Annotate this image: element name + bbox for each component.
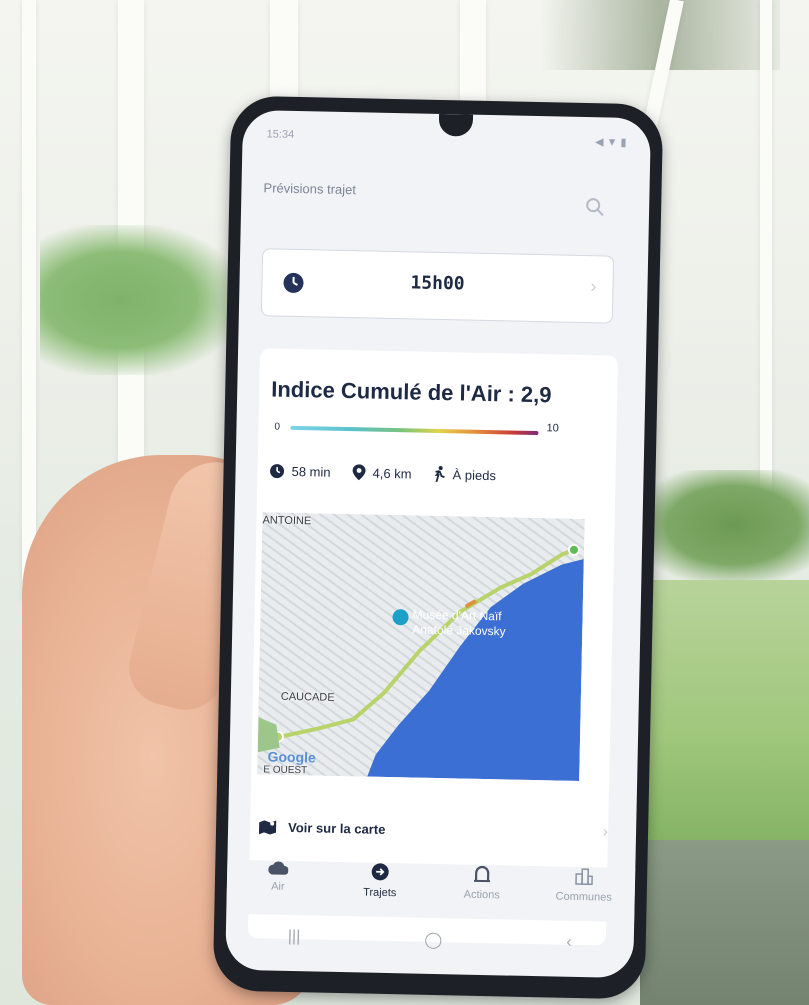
recent-apps-icon[interactable]: |||	[288, 928, 301, 946]
background-lawn	[640, 580, 809, 840]
map-poi-label: Musée d'Art Naïf Anatole Jakovsky	[412, 607, 506, 639]
mode-value: À pieds	[452, 466, 497, 483]
nav-label-actions: Actions	[463, 888, 500, 902]
status-time: 15:34	[266, 128, 295, 141]
buildings-icon	[575, 868, 593, 886]
phone: 15:34 ◀ ▼ ▮ Prévisions trajet 15h00 › In…	[212, 95, 664, 1000]
background-hedge	[640, 470, 809, 580]
nav-item-air[interactable]: Air	[232, 860, 323, 916]
page-title: Prévisions trajet	[263, 180, 357, 198]
map-label-caucade: CAUCADE	[280, 690, 335, 704]
window-frame-bar	[460, 0, 486, 105]
nav-item-trajets[interactable]: Trajets	[334, 862, 425, 918]
window-frame-left	[22, 0, 36, 600]
window-frame-bar	[760, 0, 772, 520]
arrow-circle-icon	[371, 863, 389, 881]
duration-stat: 58 min	[269, 463, 331, 480]
route-map[interactable]: ANTOINE Musée d'Art Naïf Anatole Jakovsk…	[257, 512, 585, 782]
see-on-map-label: Voir sur la carte	[287, 819, 386, 837]
scale-min-label: 0	[274, 421, 281, 433]
phone-screen: 15:34 ◀ ▼ ▮ Prévisions trajet 15h00 › In…	[225, 109, 652, 979]
walking-icon	[434, 466, 445, 483]
departure-time: 15h00	[410, 272, 465, 295]
status-icons: ◀ ▼ ▮	[594, 136, 627, 149]
map-poi-line2: Anatole Jakovsky	[412, 622, 506, 639]
cloud-icon	[268, 861, 289, 875]
mode-stat: À pieds	[433, 466, 496, 483]
chevron-right-icon: ›	[590, 276, 597, 297]
nav-item-actions[interactable]: Actions	[436, 864, 527, 920]
nav-item-communes[interactable]: Communes	[538, 866, 629, 922]
chevron-right-icon: ›	[602, 823, 609, 841]
system-nav-bar: ||| ◯ ‹	[225, 918, 634, 963]
map-label-antoine: ANTOINE	[262, 514, 312, 528]
background-ground	[640, 840, 809, 1005]
clock-icon	[270, 463, 285, 478]
arch-icon	[474, 865, 491, 883]
background-hedge	[40, 225, 240, 375]
time-picker[interactable]: 15h00 ›	[260, 248, 615, 324]
see-on-map-button[interactable]: Voir sur la carte	[258, 818, 386, 837]
scale-max-label: 10	[546, 422, 559, 435]
map-sea	[257, 543, 584, 782]
home-icon[interactable]: ◯	[424, 930, 442, 950]
distance-stat: 4,6 km	[352, 464, 412, 481]
bottom-nav: Air Trajets Actions Communes	[226, 859, 636, 923]
status-bar: 15:34 ◀ ▼ ▮	[266, 128, 626, 152]
nav-label-trajets: Trajets	[363, 886, 397, 900]
location-pin-icon	[352, 464, 366, 481]
map-label-ouest: E OUEST	[263, 764, 308, 777]
duration-value: 58 min	[291, 463, 331, 480]
nav-label-air: Air	[271, 880, 285, 893]
google-logo: Google	[267, 748, 316, 766]
nav-label-communes: Communes	[555, 890, 612, 904]
search-icon[interactable]	[585, 197, 605, 217]
map-icon	[258, 820, 277, 835]
back-icon[interactable]: ‹	[566, 934, 572, 952]
distance-value: 4,6 km	[372, 465, 412, 481]
